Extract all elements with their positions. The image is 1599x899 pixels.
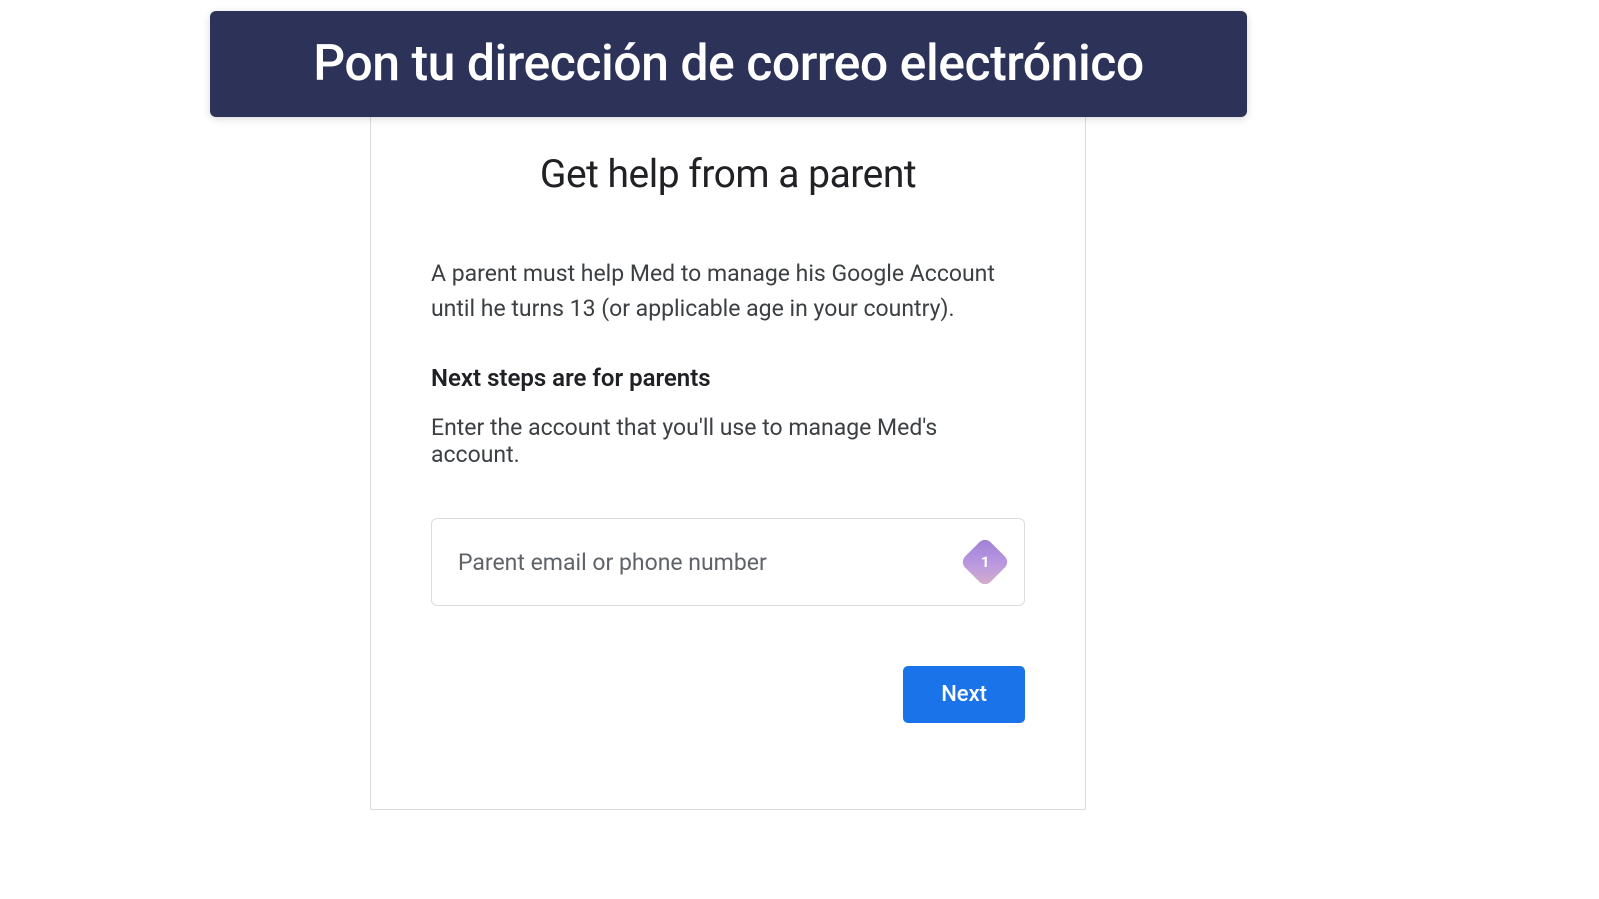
card-subtitle: Next steps are for parents xyxy=(431,364,1025,392)
input-wrapper: 1 xyxy=(431,518,1025,606)
next-button[interactable]: Next xyxy=(903,666,1025,723)
instruction-banner: Pon tu dirección de correo electrónico xyxy=(210,11,1247,117)
card-title: Get help from a parent xyxy=(431,151,1025,197)
card-instruction: Enter the account that you'll use to man… xyxy=(431,414,1025,468)
banner-title: Pon tu dirección de correo electrónico xyxy=(313,35,1143,93)
badge-number: 1 xyxy=(981,553,990,571)
parent-email-input[interactable] xyxy=(431,518,1025,606)
parent-help-card: Get help from a parent A parent must hel… xyxy=(370,115,1086,810)
button-row: Next xyxy=(431,666,1025,723)
card-description: A parent must help Med to manage his Goo… xyxy=(431,257,1025,326)
